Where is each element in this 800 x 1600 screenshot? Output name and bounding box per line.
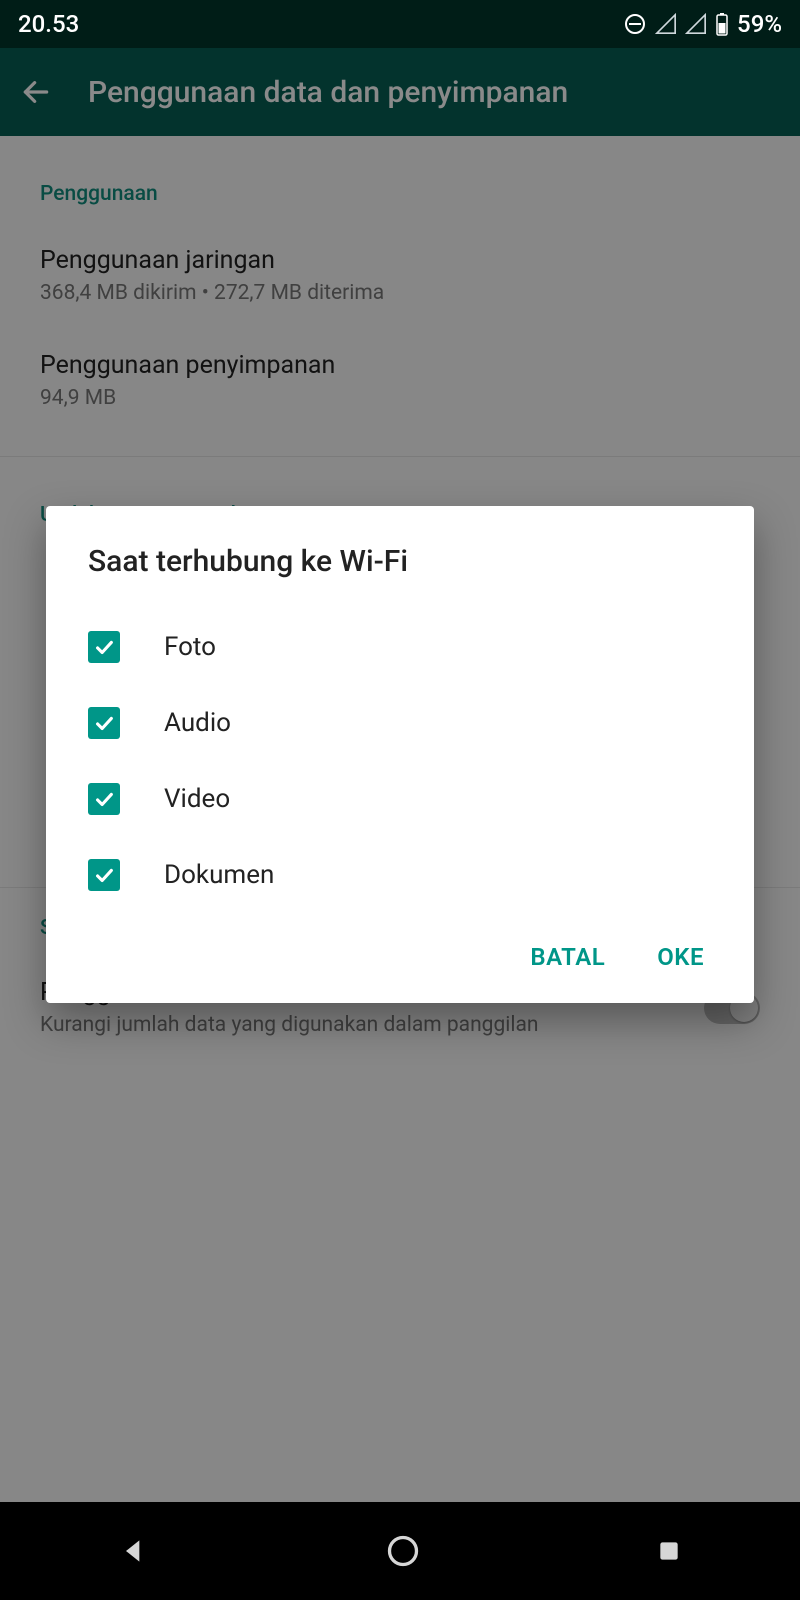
option-label: Foto bbox=[164, 632, 216, 662]
option-label: Audio bbox=[164, 708, 231, 738]
dialog-actions: BATAL OKE bbox=[88, 913, 712, 989]
checkbox-checked-icon[interactable] bbox=[88, 859, 120, 891]
option-label: Video bbox=[164, 784, 230, 814]
status-right: 59% bbox=[623, 10, 782, 38]
checkbox-checked-icon[interactable] bbox=[88, 707, 120, 739]
nav-bar bbox=[0, 1502, 800, 1600]
battery-icon bbox=[715, 12, 729, 36]
checkbox-checked-icon[interactable] bbox=[88, 783, 120, 815]
do-not-disturb-icon bbox=[623, 12, 647, 36]
ok-button[interactable]: OKE bbox=[657, 943, 704, 971]
option-audio[interactable]: Audio bbox=[88, 685, 712, 761]
cancel-button[interactable]: BATAL bbox=[530, 943, 605, 971]
battery-percent: 59% bbox=[737, 10, 782, 38]
screen: 20.53 59% Penggunaan data dan penyimpana… bbox=[0, 0, 800, 1600]
status-time: 20.53 bbox=[18, 10, 79, 38]
option-video[interactable]: Video bbox=[88, 761, 712, 837]
signal-1-icon bbox=[655, 13, 677, 35]
nav-home-icon[interactable] bbox=[385, 1533, 421, 1569]
option-foto[interactable]: Foto bbox=[88, 609, 712, 685]
option-dokumen[interactable]: Dokumen bbox=[88, 837, 712, 913]
nav-back-icon[interactable] bbox=[118, 1535, 150, 1567]
status-bar: 20.53 59% bbox=[0, 0, 800, 48]
nav-recent-icon[interactable] bbox=[656, 1538, 682, 1564]
option-label: Dokumen bbox=[164, 860, 274, 890]
dialog-title: Saat terhubung ke Wi-Fi bbox=[88, 544, 712, 579]
signal-2-icon bbox=[685, 13, 707, 35]
checkbox-checked-icon[interactable] bbox=[88, 631, 120, 663]
wifi-autodownload-dialog: Saat terhubung ke Wi-Fi Foto Audio Video… bbox=[46, 506, 754, 1003]
